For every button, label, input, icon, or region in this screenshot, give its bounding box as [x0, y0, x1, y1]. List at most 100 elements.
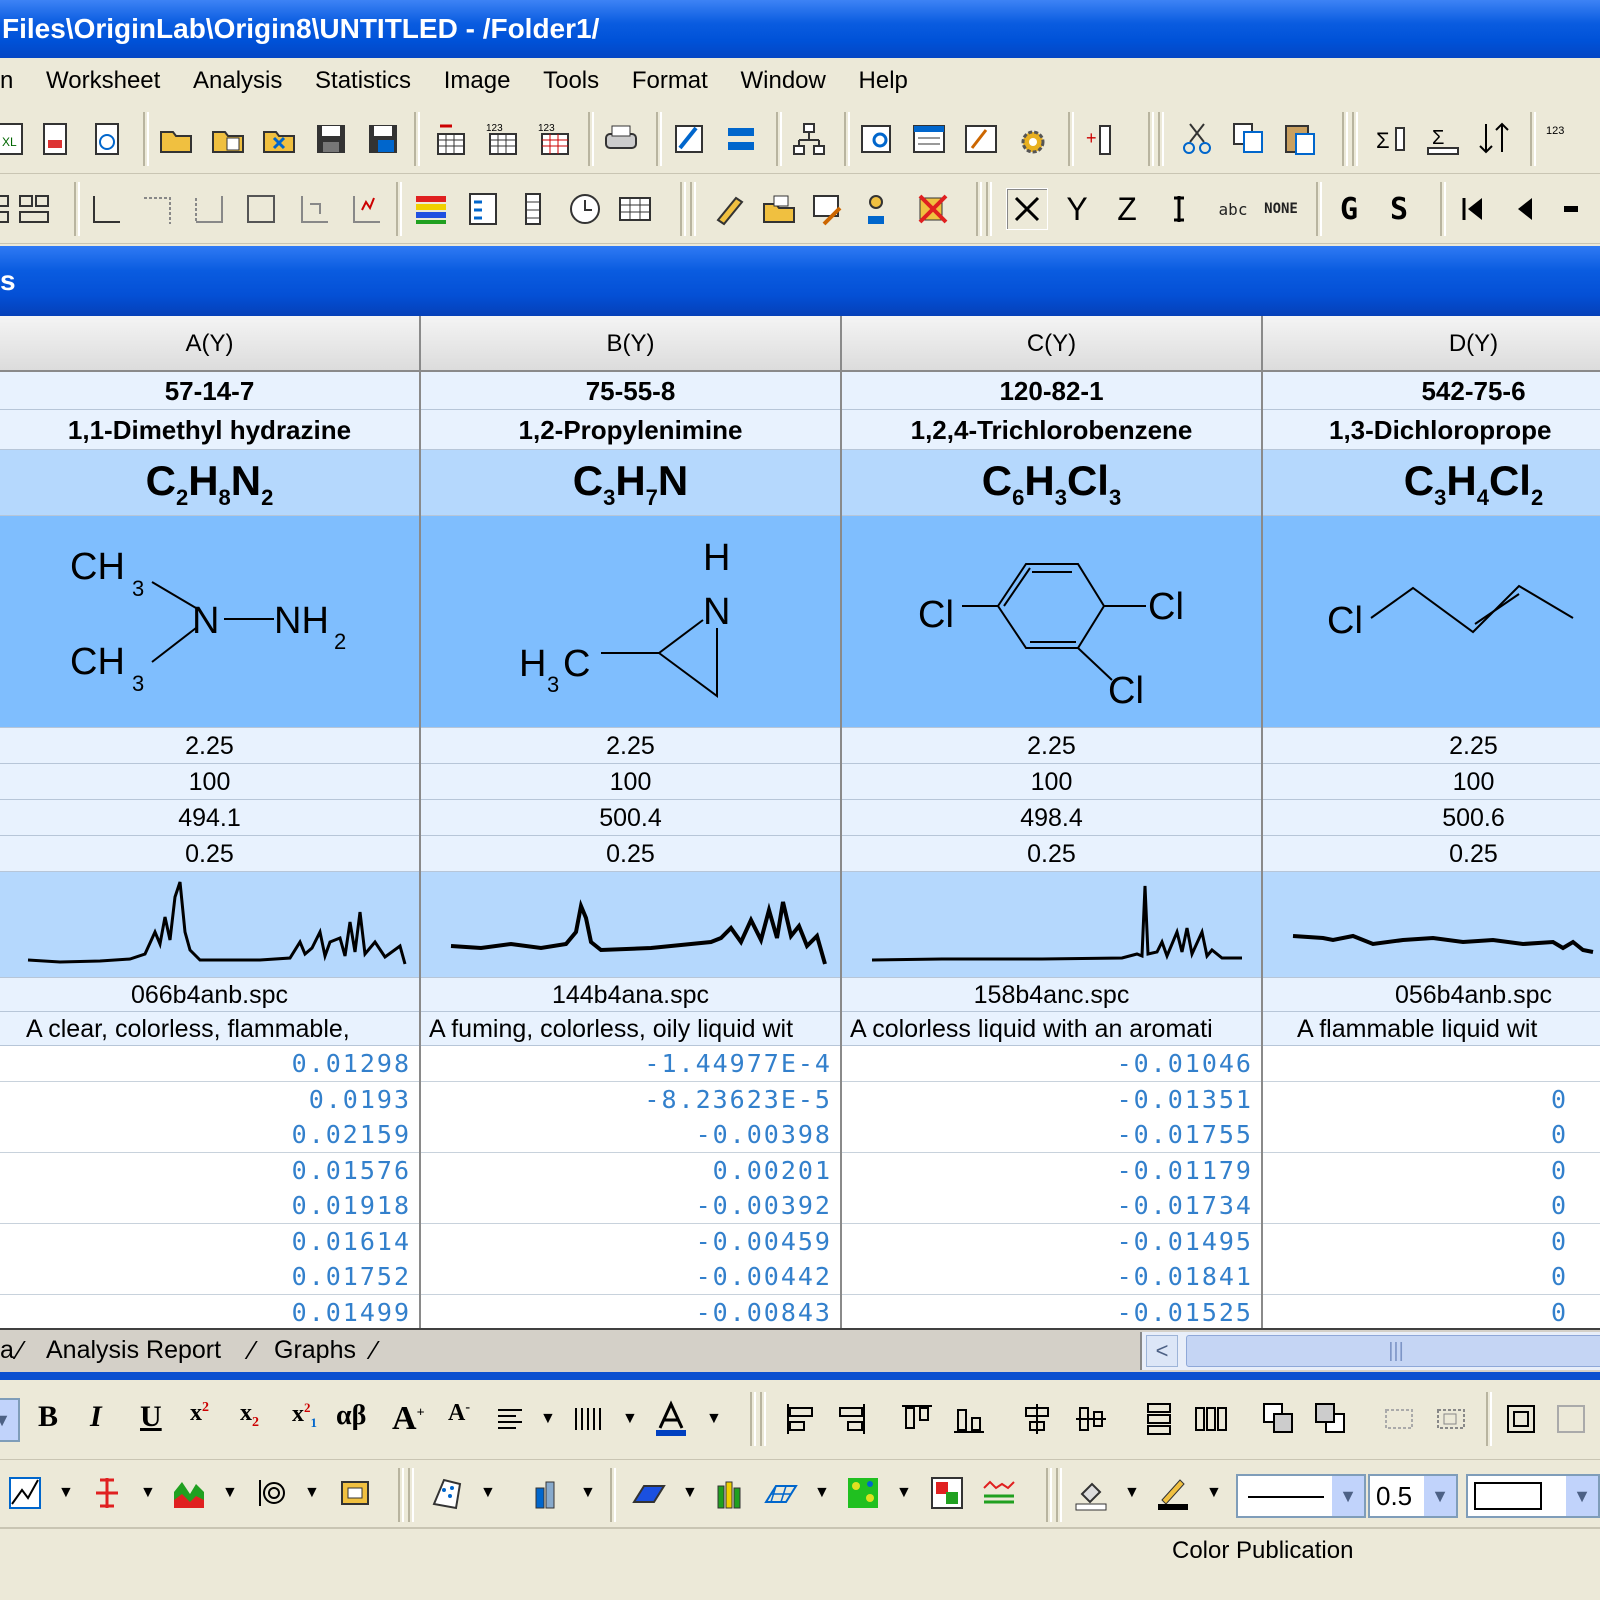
- add-inset-icon[interactable]: [292, 188, 334, 230]
- data-cell[interactable]: 0: [1263, 1153, 1600, 1189]
- set-as-error-icon[interactable]: [1158, 188, 1200, 230]
- scroll-left-icon[interactable]: <: [1146, 1335, 1178, 1367]
- project-explorer-icon[interactable]: [788, 118, 830, 160]
- new-notes-icon[interactable]: [34, 118, 76, 160]
- distribute-vertical-icon[interactable]: [1138, 1398, 1180, 1440]
- long-name-cell[interactable]: 120-82-1: [842, 372, 1261, 410]
- contour-icon[interactable]: [842, 1472, 884, 1514]
- waterfall-icon[interactable]: [978, 1472, 1020, 1514]
- chart-edit-icon[interactable]: [808, 188, 850, 230]
- new-layout-icon[interactable]: [86, 118, 128, 160]
- formula-cell[interactable]: C3H7N: [421, 450, 840, 516]
- menu-item-window[interactable]: Window: [741, 58, 826, 104]
- data-cell[interactable]: 0.02159: [0, 1117, 419, 1153]
- data-cell[interactable]: -0.00398: [421, 1117, 840, 1153]
- column-header[interactable]: D(Y): [1263, 316, 1600, 372]
- next-page-icon[interactable]: [1550, 188, 1592, 230]
- data-cell[interactable]: 0.01918: [0, 1188, 419, 1224]
- set-as-x-icon[interactable]: [1006, 188, 1048, 230]
- long-name-cell[interactable]: 75-55-8: [421, 372, 840, 410]
- structure-image-cell[interactable]: Cl Cl Cl: [842, 516, 1261, 728]
- sparkline-cell[interactable]: [842, 872, 1261, 978]
- column-header[interactable]: B(Y): [421, 316, 840, 372]
- tab-data[interactable]: a: [0, 1330, 14, 1370]
- file-name-cell[interactable]: 066b4anb.spc: [0, 978, 419, 1012]
- chevron-down-icon[interactable]: ▼: [222, 1484, 238, 1502]
- bold-button[interactable]: B: [38, 1400, 58, 1434]
- param-cell[interactable]: 0.25: [842, 836, 1261, 872]
- data-cell[interactable]: -0.00442: [421, 1259, 840, 1295]
- file-name-cell[interactable]: 158b4anc.spc: [842, 978, 1261, 1012]
- data-cell[interactable]: -0.01734: [842, 1188, 1261, 1224]
- font-size-dropdown[interactable]: ▼: [0, 1398, 20, 1442]
- param-cell[interactable]: 500.6: [1263, 800, 1600, 836]
- distribute-horizontal-icon[interactable]: [1190, 1398, 1232, 1440]
- supsubscript-button[interactable]: x21: [292, 1400, 317, 1431]
- refresh-icon[interactable]: [668, 118, 710, 160]
- menu-item-analysis[interactable]: Analysis: [193, 58, 282, 104]
- data-cell[interactable]: 0.01752: [0, 1259, 419, 1295]
- align-vertical-center-icon[interactable]: [1016, 1398, 1058, 1440]
- comment-cell[interactable]: 1,3-Dichloroprope: [1263, 410, 1600, 450]
- data-cell[interactable]: 0: [1263, 1117, 1600, 1153]
- data-cell[interactable]: -1.44977E-4: [421, 1046, 840, 1082]
- sparkline-cell[interactable]: [421, 872, 840, 978]
- structure-image-cell[interactable]: CH 3 N NH 2 CH 3: [0, 516, 419, 728]
- save-template-icon[interactable]: [362, 118, 404, 160]
- chevron-down-icon[interactable]: ▼: [58, 1484, 74, 1502]
- menu-item-tools[interactable]: Tools: [543, 58, 599, 104]
- chevron-down-icon[interactable]: ▼: [1206, 1484, 1222, 1502]
- code-builder-icon[interactable]: [960, 118, 1002, 160]
- bring-to-front-icon[interactable]: [1258, 1398, 1300, 1440]
- decrease-font-icon[interactable]: A-: [448, 1400, 470, 1427]
- error-bar-icon[interactable]: [86, 1472, 128, 1514]
- chevron-down-icon[interactable]: ▼: [1124, 1484, 1140, 1502]
- 3d-walls-icon[interactable]: [710, 1472, 752, 1514]
- chevron-down-icon[interactable]: ▼: [580, 1484, 596, 1502]
- set-as-label-button[interactable]: abc: [1212, 188, 1254, 230]
- line-plot-icon[interactable]: [4, 1472, 46, 1514]
- column-header[interactable]: A(Y): [0, 316, 419, 372]
- menu-item-statistics[interactable]: Statistics: [315, 58, 411, 104]
- data-cell[interactable]: 0: [1263, 1188, 1600, 1224]
- row-statistics-icon[interactable]: Σ: [1422, 118, 1464, 160]
- chevron-down-icon[interactable]: ▼: [896, 1484, 912, 1502]
- sparkline-cell[interactable]: [0, 872, 419, 978]
- data-cell[interactable]: -0.00843: [421, 1295, 840, 1328]
- send-to-back-icon[interactable]: [1310, 1398, 1352, 1440]
- chevron-down-icon[interactable]: ▼: [1424, 1476, 1456, 1516]
- import-ascii-icon[interactable]: [430, 118, 472, 160]
- subscript-button[interactable]: x2: [240, 1400, 259, 1431]
- data-cell[interactable]: -0.01525: [842, 1295, 1261, 1328]
- data-cell[interactable]: 0: [1263, 1224, 1600, 1260]
- param-cell[interactable]: 0.25: [0, 836, 419, 872]
- param-cell[interactable]: 498.4: [842, 800, 1261, 836]
- param-cell[interactable]: 2.25: [421, 728, 840, 764]
- chevron-down-icon[interactable]: ▼: [304, 1484, 320, 1502]
- data-cell[interactable]: 0.01499: [0, 1295, 419, 1328]
- user-tool-icon[interactable]: [860, 188, 902, 230]
- chevron-down-icon[interactable]: ▼: [1332, 1476, 1364, 1516]
- data-cell[interactable]: 0.01298: [0, 1046, 419, 1082]
- data-cell[interactable]: 0.00201: [421, 1153, 840, 1189]
- chevron-down-icon[interactable]: ▼: [682, 1484, 698, 1502]
- description-cell[interactable]: A flammable liquid wit: [1263, 1012, 1600, 1046]
- chevron-down-icon[interactable]: ▼: [814, 1484, 830, 1502]
- 3d-surface-icon[interactable]: [628, 1472, 670, 1514]
- data-cell[interactable]: -0.00392: [421, 1188, 840, 1224]
- menu-item-format[interactable]: Format: [632, 58, 708, 104]
- polar-plot-icon[interactable]: [250, 1472, 292, 1514]
- data-cell[interactable]: 0.01576: [0, 1153, 419, 1189]
- param-cell[interactable]: 100: [842, 764, 1261, 800]
- sparkline-cell[interactable]: [1263, 872, 1600, 978]
- param-cell[interactable]: 0.25: [421, 836, 840, 872]
- merge-layers-icon[interactable]: [14, 188, 56, 230]
- align-left-objects-icon[interactable]: [780, 1398, 822, 1440]
- set-as-subject-button[interactable]: S: [1378, 188, 1420, 230]
- settings-gear-icon[interactable]: [1012, 118, 1054, 160]
- line-color-icon[interactable]: [1152, 1472, 1194, 1514]
- paste-icon[interactable]: [1280, 118, 1322, 160]
- italic-button[interactable]: I: [90, 1400, 102, 1434]
- menu-item-image[interactable]: Image: [444, 58, 511, 104]
- column-header[interactable]: C(Y): [842, 316, 1261, 372]
